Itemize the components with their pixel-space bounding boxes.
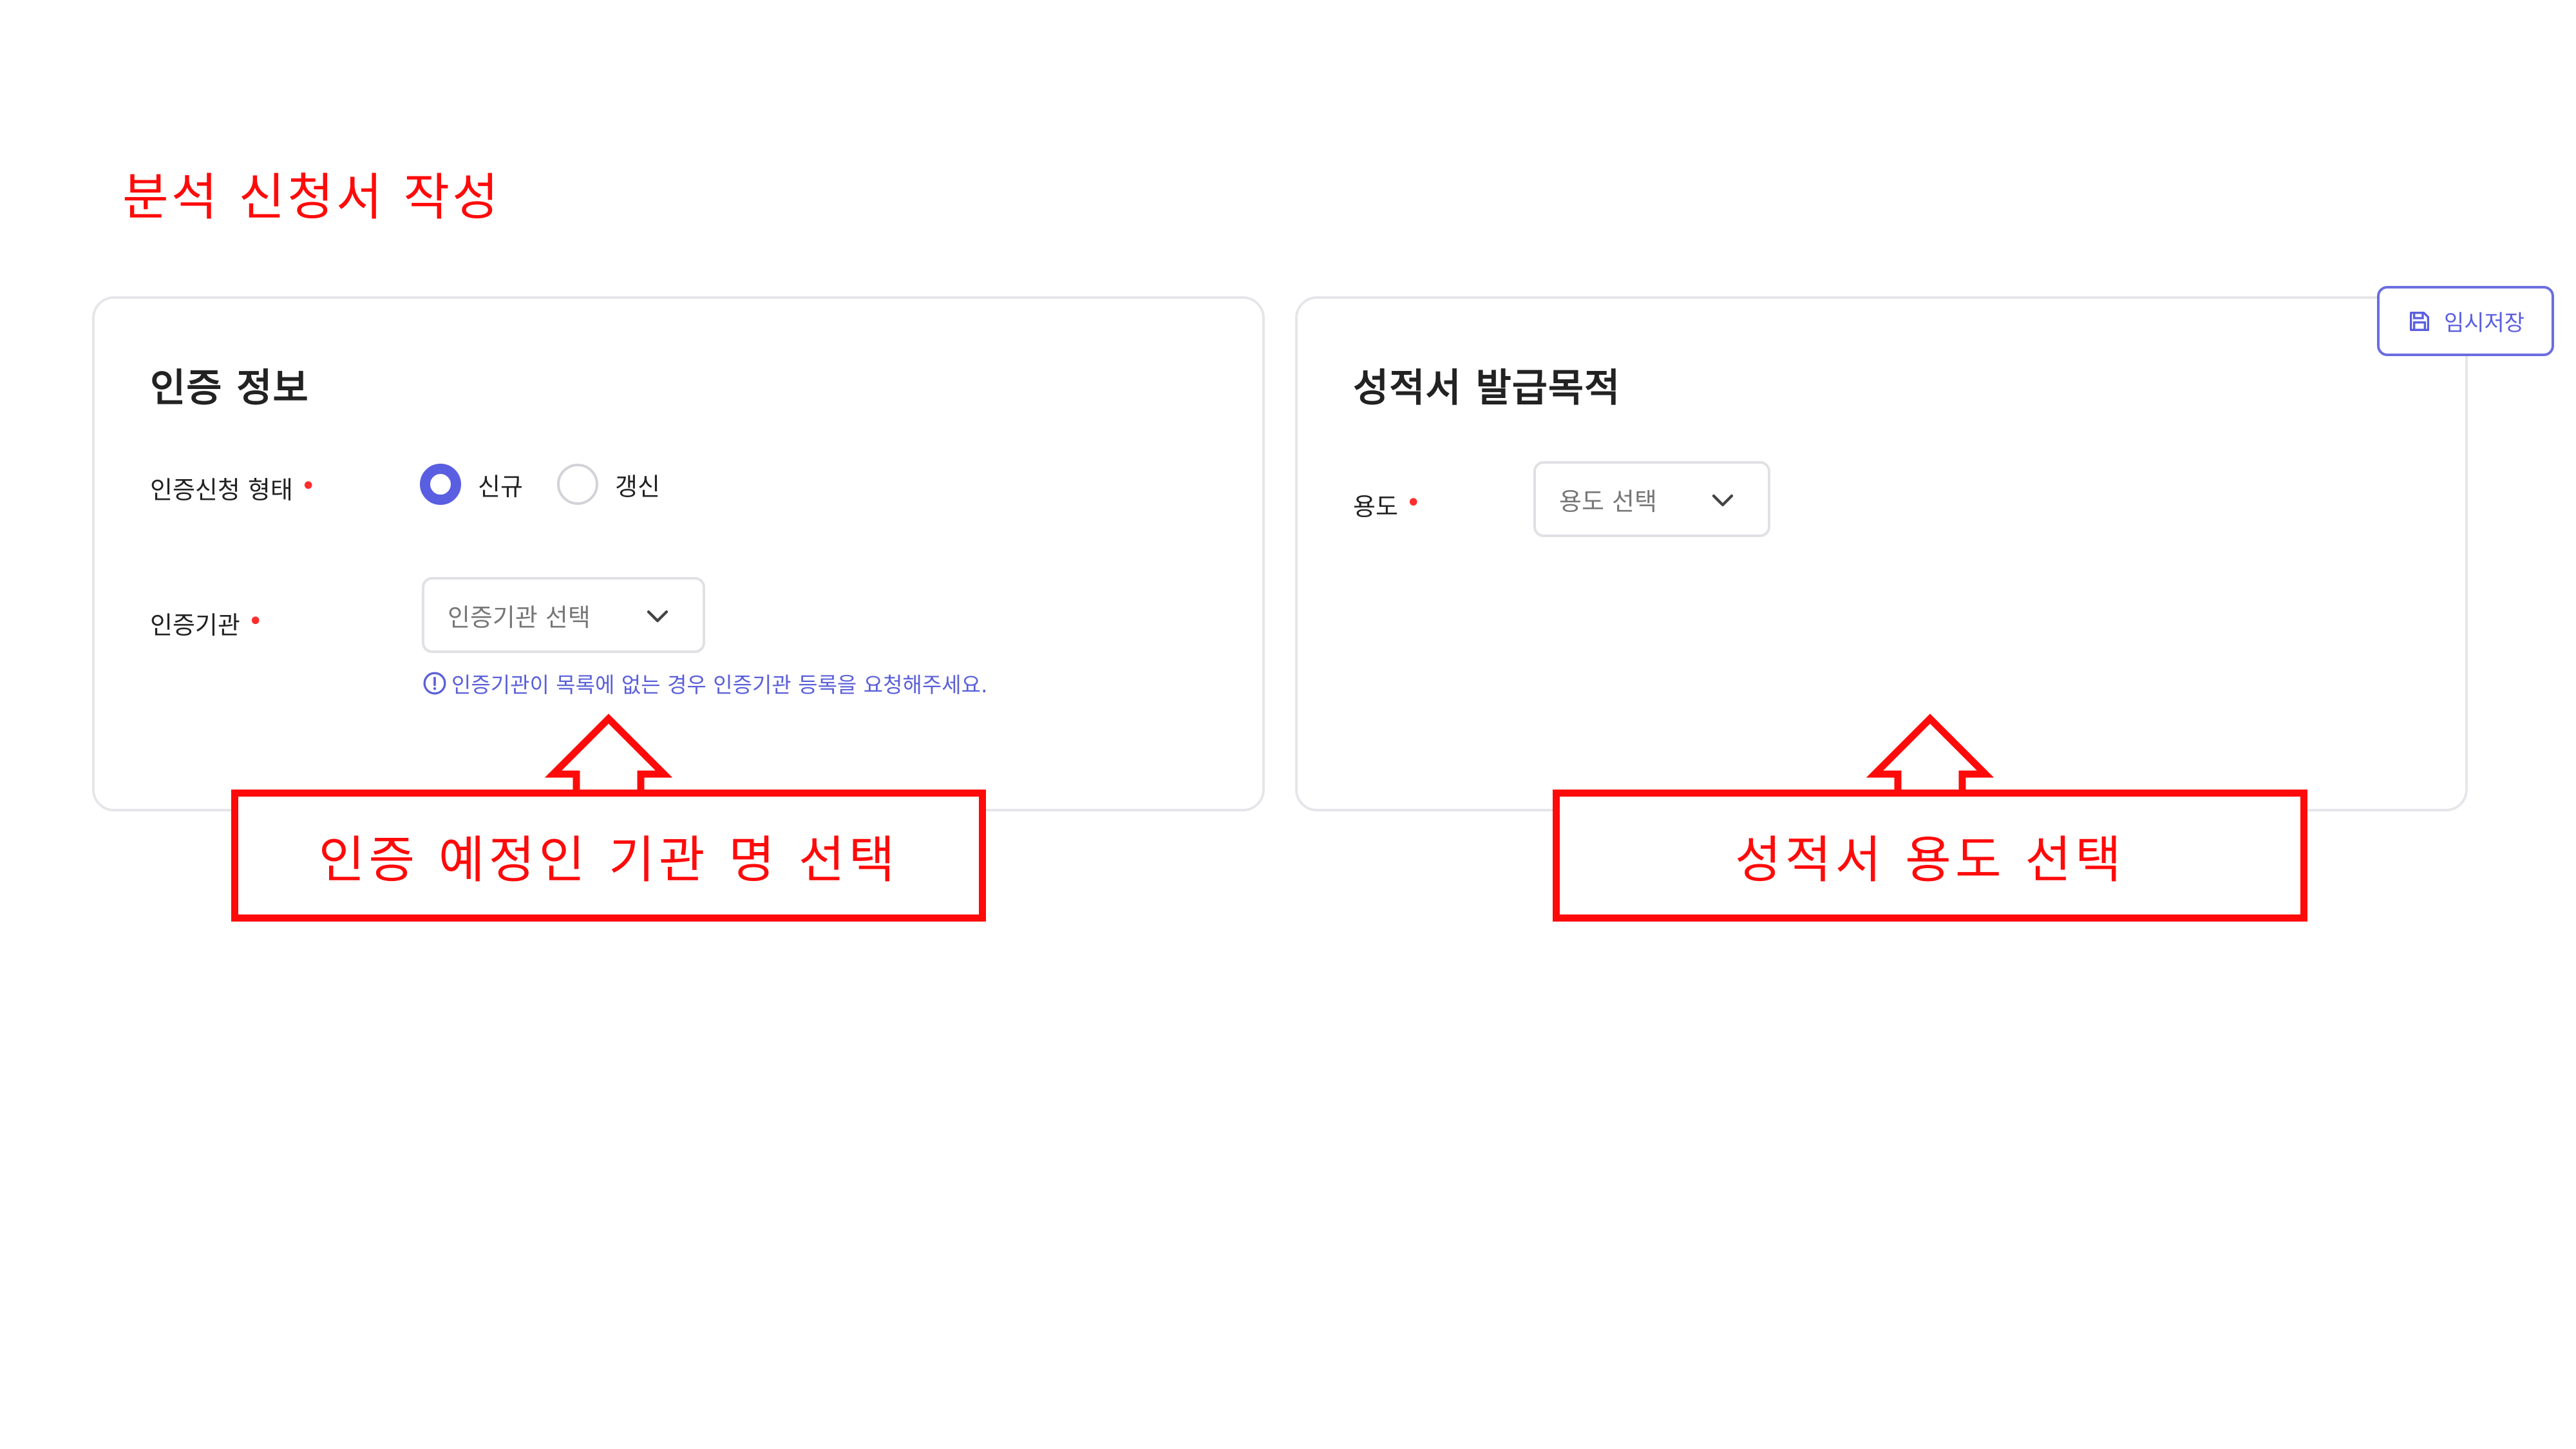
- radio-renew-label: 갱신: [615, 472, 660, 501]
- callout-arrow-left: [544, 714, 673, 797]
- required-mark: •: [300, 471, 316, 501]
- radio-renew[interactable]: 갱신: [557, 462, 660, 507]
- required-mark: •: [247, 607, 263, 636]
- agency-notice-text: 인증기관이 목록에 없는 경우 인증기관 등록을 요청해주세요.: [451, 672, 988, 697]
- page-title: 분석 신청서 작성: [122, 169, 501, 227]
- usage-select-placeholder: 용도 선택: [1559, 487, 1657, 516]
- callout-usage-text: 성적서 용도 선택: [1735, 831, 2125, 889]
- agency-label-text: 인증기관: [150, 611, 240, 639]
- temp-save-label: 임시저장: [2443, 310, 2525, 336]
- purpose-title: 성적서 발급목적: [1353, 366, 1621, 411]
- usage-label-text: 용도: [1353, 493, 1398, 521]
- cert-info-title: 인증 정보: [150, 366, 309, 411]
- radio-new-indicator[interactable]: [420, 464, 461, 505]
- usage-label: 용도 •: [1353, 487, 1421, 522]
- required-mark: •: [1405, 488, 1421, 518]
- agency-label: 인증기관 •: [150, 605, 263, 641]
- radio-renew-indicator[interactable]: [557, 464, 598, 505]
- cert-type-label: 인증신청 형태 •: [150, 470, 316, 506]
- radio-new-label: 신규: [478, 472, 523, 501]
- cert-type-label-text: 인증신청 형태: [150, 476, 293, 504]
- chevron-down-icon: [1712, 494, 1734, 507]
- cert-info-card: 인증 정보 인증신청 형태 • 신규 갱신 인증기관 • 인증기관 선택 인증기…: [92, 296, 1265, 811]
- save-icon: [2409, 311, 2429, 331]
- page-canvas: 분석 신청서 작성 인증 정보 인증신청 형태 • 신규 갱신 인증기관 • 인증기…: [0, 0, 2576, 1449]
- agency-select[interactable]: 인증기관 선택: [422, 577, 705, 653]
- callout-agency-text: 인증 예정인 기관 명 선택: [318, 831, 899, 889]
- temp-save-button[interactable]: 임시저장: [2377, 286, 2554, 356]
- callout-arrow-right: [1866, 714, 1994, 797]
- chevron-down-icon: [647, 610, 668, 623]
- callout-usage: 성적서 용도 선택: [1553, 790, 2307, 922]
- agency-select-placeholder: 인증기관 선택: [448, 603, 591, 632]
- radio-new[interactable]: 신규: [420, 462, 523, 507]
- usage-select[interactable]: 용도 선택: [1533, 461, 1770, 537]
- callout-agency: 인증 예정인 기관 명 선택: [231, 790, 986, 922]
- info-circle-icon: [423, 672, 446, 695]
- agency-notice: 인증기관이 목록에 없는 경우 인증기관 등록을 요청해주세요.: [422, 668, 987, 699]
